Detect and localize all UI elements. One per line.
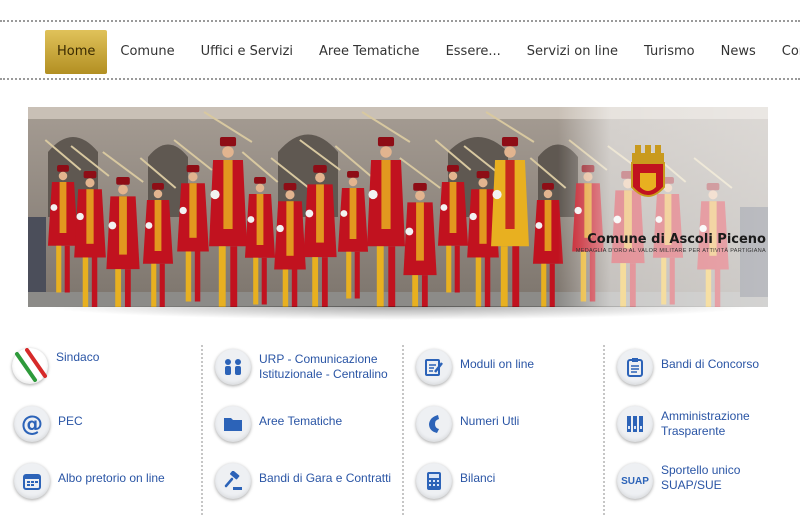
people-icon: [215, 349, 251, 385]
quick-link-label: URP - Comunicazione Istituzionale - Cent…: [259, 352, 388, 382]
at-icon: @: [14, 406, 50, 442]
quick-link-suap[interactable]: SUAP Sportello unico SUAP/SUE: [617, 463, 800, 499]
quick-link-bilanci[interactable]: Bilanci: [416, 463, 495, 499]
quick-link-label-line: Amministrazione: [661, 409, 750, 423]
quick-link-label: PEC: [58, 413, 83, 428]
quick-link-label: Bilanci: [460, 470, 496, 485]
nav-item-home[interactable]: Home: [45, 30, 108, 74]
quick-link-urp[interactable]: URP - Comunicazione Istituzionale - Cent…: [215, 349, 388, 385]
quick-link-albo-pretorio[interactable]: Albo pretorio on line: [14, 463, 165, 499]
binders-icon: [617, 406, 653, 442]
quick-link-amministrazione-trasparente[interactable]: Amministrazione Trasparente: [617, 406, 750, 442]
banner-shadow: [40, 306, 756, 320]
quick-link-moduli-online[interactable]: Moduli on line: [416, 349, 534, 385]
calculator-icon: [416, 463, 452, 499]
quick-link-label: Numeri Utli: [460, 413, 520, 428]
quick-link-label-line: URP - Comunicazione: [259, 352, 378, 366]
nav-divider-bottom: [0, 78, 800, 80]
nav-item-uffici-servizi[interactable]: Uffici e Servizi: [188, 30, 306, 74]
nav-divider-top: [0, 20, 800, 22]
quick-link-sindaco[interactable]: Sindaco: [12, 348, 99, 384]
form-icon: [416, 349, 452, 385]
quick-link-label: Bandi di Concorso: [661, 356, 760, 371]
quick-link-label: Moduli on line: [460, 356, 535, 371]
quick-link-label: Bandi di Gara e Contratti: [259, 470, 392, 485]
suap-icon-text: SUAP: [621, 475, 649, 487]
quick-link-bandi-concorso[interactable]: Bandi di Concorso: [617, 349, 759, 385]
quick-link-label: Sportello unico SUAP/SUE: [661, 463, 741, 492]
quick-link-bandi-gara[interactable]: Bandi di Gara e Contratti: [215, 463, 391, 499]
nav-item-turismo[interactable]: Turismo: [631, 30, 708, 74]
quick-link-label-line: Trasparente: [661, 424, 726, 438]
quick-link-label: Albo pretorio on line: [58, 470, 165, 485]
folder-icon: [215, 406, 251, 442]
quick-link-numeri-utili[interactable]: Numeri Utli: [416, 406, 519, 442]
brand-name: Comune di Ascoli Piceno: [587, 232, 766, 247]
coat-of-arms-icon: [631, 145, 665, 197]
column-divider: [603, 345, 605, 515]
gavel-icon: [215, 463, 251, 499]
hero-banner: [28, 107, 768, 307]
nav-item-servizi-online[interactable]: Servizi on line: [514, 30, 631, 74]
phone-icon: [416, 406, 452, 442]
quick-link-aree-tematiche[interactable]: Aree Tematiche: [215, 406, 342, 442]
nav-item-comune[interactable]: Comune: [107, 30, 187, 74]
suap-icon: SUAP: [617, 463, 653, 499]
main-navigation: Home Comune Uffici e Servizi Aree Temati…: [0, 20, 800, 82]
brand-subtitle: MEDAGLIA D'ORO AL VALOR MILITARE PER ATT…: [575, 248, 766, 254]
quick-link-label: Sindaco: [56, 349, 100, 364]
column-divider: [201, 345, 203, 515]
quick-link-label: Aree Tematiche: [259, 413, 343, 428]
quick-link-pec[interactable]: @ PEC: [14, 406, 83, 442]
flag-icon: [12, 348, 48, 384]
nav-item-essere[interactable]: Essere...: [433, 30, 514, 74]
nav-menu: Home Comune Uffici e Servizi Aree Temati…: [45, 30, 800, 74]
nav-item-news[interactable]: News: [708, 30, 769, 74]
banner-photo: [28, 107, 768, 307]
quick-link-label: Amministrazione Trasparente: [661, 409, 750, 439]
nav-item-aree-tematiche[interactable]: Aree Tematiche: [306, 30, 433, 74]
column-divider: [402, 345, 404, 515]
quick-link-label-line: Istituzionale - Centralino: [259, 367, 388, 381]
nav-item-contatti[interactable]: Contatti: [769, 30, 800, 74]
clipboard-icon: [617, 349, 653, 385]
banner-brand: Comune di Ascoli Piceno MEDAGLIA D'ORO A…: [576, 232, 766, 254]
calendar-icon: [14, 463, 50, 499]
